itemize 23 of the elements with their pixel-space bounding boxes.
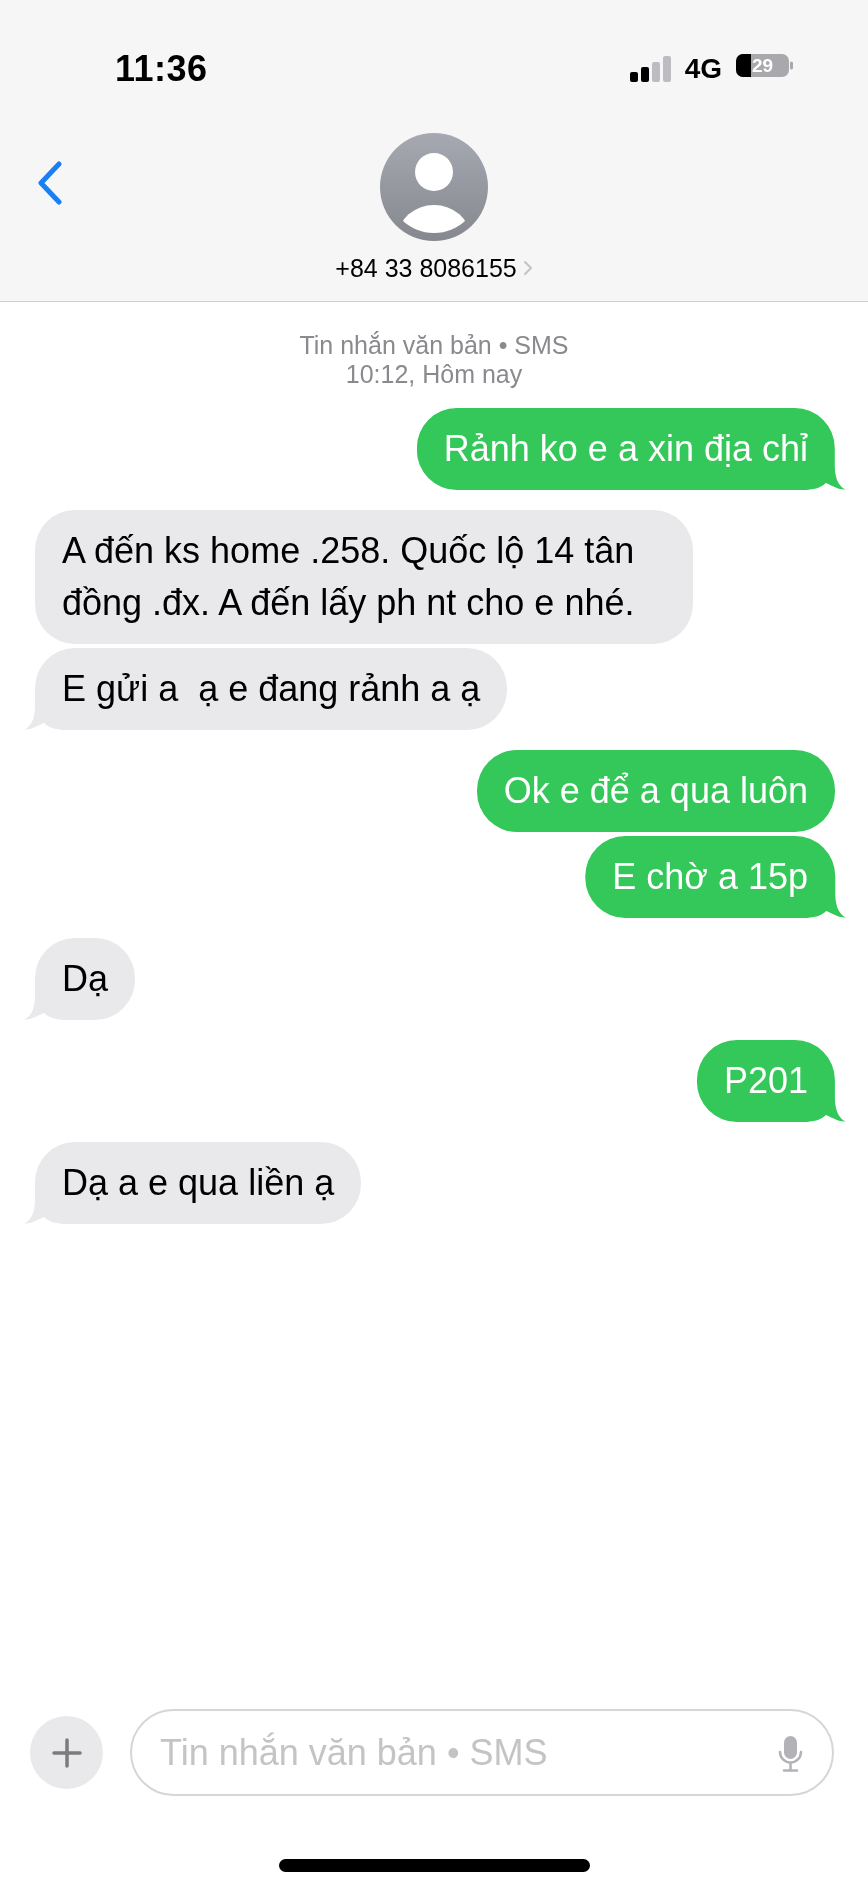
back-icon xyxy=(37,161,63,205)
outgoing-message: Ok e để a qua luôn xyxy=(476,750,835,832)
plus-icon xyxy=(51,1737,82,1768)
microphone-icon[interactable] xyxy=(778,1735,803,1772)
outgoing-message: Rảnh ko e a xin địa chỉ xyxy=(416,408,846,490)
contact-number[interactable]: +84 33 8086155 xyxy=(335,253,517,283)
person-avatar-icon[interactable] xyxy=(380,133,488,241)
incoming-message: A đến ks home .258. Quốc lộ 14 tân đồng .đx. A đến lấy ph nt cho e nhé. xyxy=(35,510,693,644)
incoming-message: E gửi a ạ e đang rảnh a ạ xyxy=(24,648,508,730)
outgoing-message: E chờ a 15p xyxy=(585,836,846,918)
network-label: 4G xyxy=(684,53,722,85)
signal-icon xyxy=(629,56,671,82)
battery-icon xyxy=(736,53,793,77)
chevron-right-icon xyxy=(522,260,533,276)
timestamp-label: 10:12, Hôm nay xyxy=(344,360,524,389)
outgoing-message: P201 xyxy=(696,1040,846,1122)
message-input[interactable]: Tin nhắn văn bản • SMS xyxy=(130,1709,834,1796)
status-time: 11:36 xyxy=(115,49,208,89)
battery-percent: 29 xyxy=(751,55,774,75)
back-button[interactable] xyxy=(37,161,63,205)
incoming-message: Dạ a e qua liền ạ xyxy=(24,1142,362,1224)
service-label: Tin nhắn văn bản • SMS xyxy=(298,331,570,360)
incoming-message: Dạ xyxy=(24,938,136,1020)
